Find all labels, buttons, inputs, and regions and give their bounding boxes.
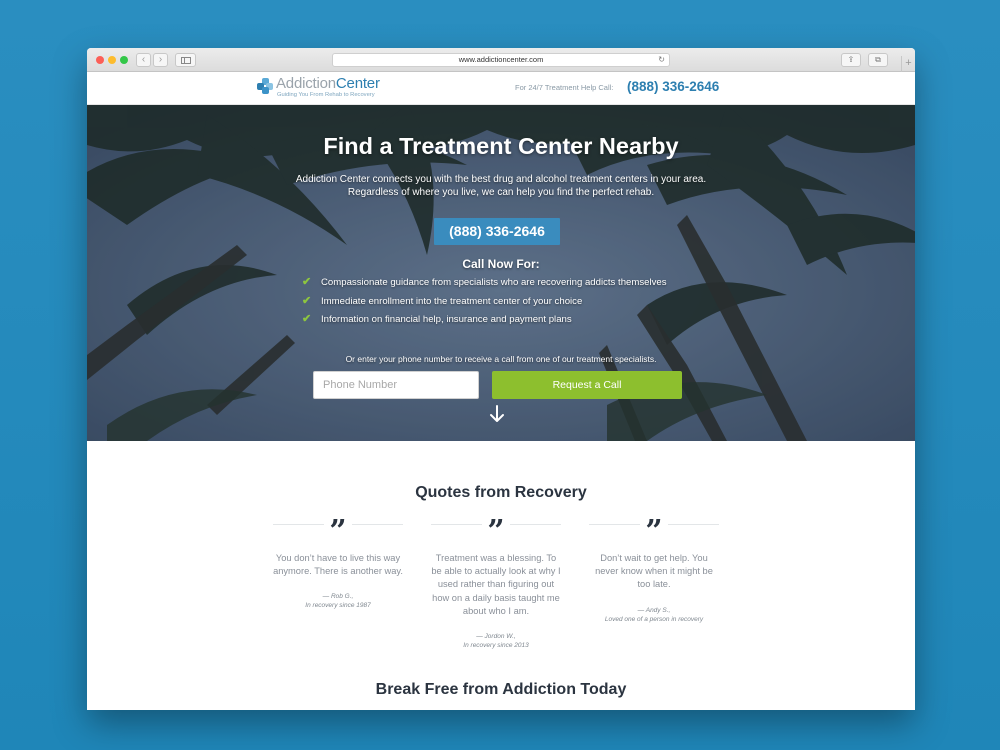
close-window-button[interactable] [96, 56, 104, 64]
hero-content: Find a Treatment Center Nearby Addiction… [87, 105, 915, 441]
quote-card: ” Treatment was a blessing. To be able t… [431, 517, 561, 650]
share-icon: ⇪ [847, 55, 855, 64]
sidebar-toggle-button[interactable] [175, 53, 196, 67]
tabs-icon: ⧉ [875, 55, 881, 64]
logo-tagline: Guiding You From Rehab to Recovery [277, 92, 375, 98]
hero-title: Find a Treatment Center Nearby [323, 133, 679, 159]
quote-text: Don’t wait to get help. You never know w… [595, 553, 713, 590]
checkmark-icon: ✔ [302, 313, 312, 325]
author-detail: In recovery since 2013 [463, 642, 529, 650]
callback-note: Or enter your phone number to receive a … [345, 354, 657, 364]
show-tabs-button[interactable]: ⧉ [868, 53, 888, 67]
address-bar[interactable]: www.addictioncenter.com ↻ [332, 53, 670, 67]
phone-number-input[interactable] [313, 371, 479, 399]
new-tab-button[interactable]: + [901, 56, 915, 72]
quote-author: — Rob G., In recovery since 1987 [273, 592, 403, 610]
arrow-down-icon[interactable] [489, 405, 505, 423]
checkmark-icon: ✔ [302, 276, 312, 288]
quote-text: You don’t have to live this way anymore.… [273, 553, 403, 577]
benefit-text: Compassionate guidance from specialists … [321, 277, 667, 288]
hero-section: Find a Treatment Center Nearby Addiction… [87, 105, 915, 441]
header-phone-link[interactable]: (888) 336-2646 [627, 79, 719, 94]
url-text: www.addictioncenter.com [458, 55, 544, 64]
quote-author: — Andy S., Loved one of a person in reco… [589, 606, 719, 624]
hero-subtitle-line-2: Regardless of where you live, we can hel… [347, 187, 655, 198]
checkmark-icon: ✔ [302, 294, 312, 307]
back-button[interactable]: ‹ [136, 53, 151, 67]
quote-text: Treatment was a blessing. To be able to … [431, 553, 561, 616]
call-now-heading: Call Now For: [462, 257, 540, 271]
author-name: — Jordon W., [476, 633, 516, 641]
logo-wordmark: AddictionCenter [276, 75, 380, 92]
quote-author: — Jordon W., In recovery since 2013 [431, 632, 561, 650]
author-name: — Andy S., [637, 606, 671, 614]
share-button[interactable]: ⇪ [841, 53, 861, 67]
author-detail: Loved one of a person in recovery [604, 615, 704, 623]
request-call-button[interactable]: Request a Call [492, 371, 682, 399]
site-header: AddictionCenter Guiding You From Rehab t… [87, 72, 915, 105]
quote-mark-icon: ” [324, 517, 352, 547]
zoom-window-button[interactable] [120, 56, 128, 64]
quotes-section: Quotes from Recovery ” You don’t have to… [87, 441, 915, 709]
benefit-text: Immediate enrollment into the treatment … [321, 295, 583, 307]
author-detail: In recovery since 1987 [305, 602, 371, 610]
quote-card: ” Don’t wait to get help. You never know… [589, 517, 719, 624]
sidebar-icon [180, 57, 191, 64]
plus-icon: + [905, 57, 912, 69]
benefit-text: Information on financial help, insurance… [321, 314, 572, 325]
browser-toolbar: ‹ › www.addictioncenter.com ↻ ⇪ ⧉ + [87, 48, 915, 72]
browser-window: ‹ › www.addictioncenter.com ↻ ⇪ ⧉ + Addi… [87, 48, 915, 710]
medical-cross-icon [257, 78, 273, 94]
hero-subtitle-line-1: Addiction Center connects you with the b… [295, 174, 707, 185]
chevron-right-icon: › [158, 54, 163, 65]
author-name: — Rob G., [322, 593, 354, 601]
break-free-heading: Break Free from Addiction Today [375, 681, 627, 698]
minimize-window-button[interactable] [108, 56, 116, 64]
forward-button[interactable]: › [153, 53, 168, 67]
chevron-left-icon: ‹ [141, 54, 146, 65]
quote-mark-icon: ” [482, 517, 510, 547]
reload-icon[interactable]: ↻ [658, 54, 665, 66]
quotes-heading: Quotes from Recovery [415, 484, 587, 501]
hero-phone-button[interactable]: (888) 336-2646 [434, 218, 560, 245]
quote-mark-icon: ” [640, 517, 668, 547]
quote-card: ” You don’t have to live this way anymor… [273, 517, 403, 610]
header-help-text: For 24/7 Treatment Help Call: [515, 83, 614, 92]
